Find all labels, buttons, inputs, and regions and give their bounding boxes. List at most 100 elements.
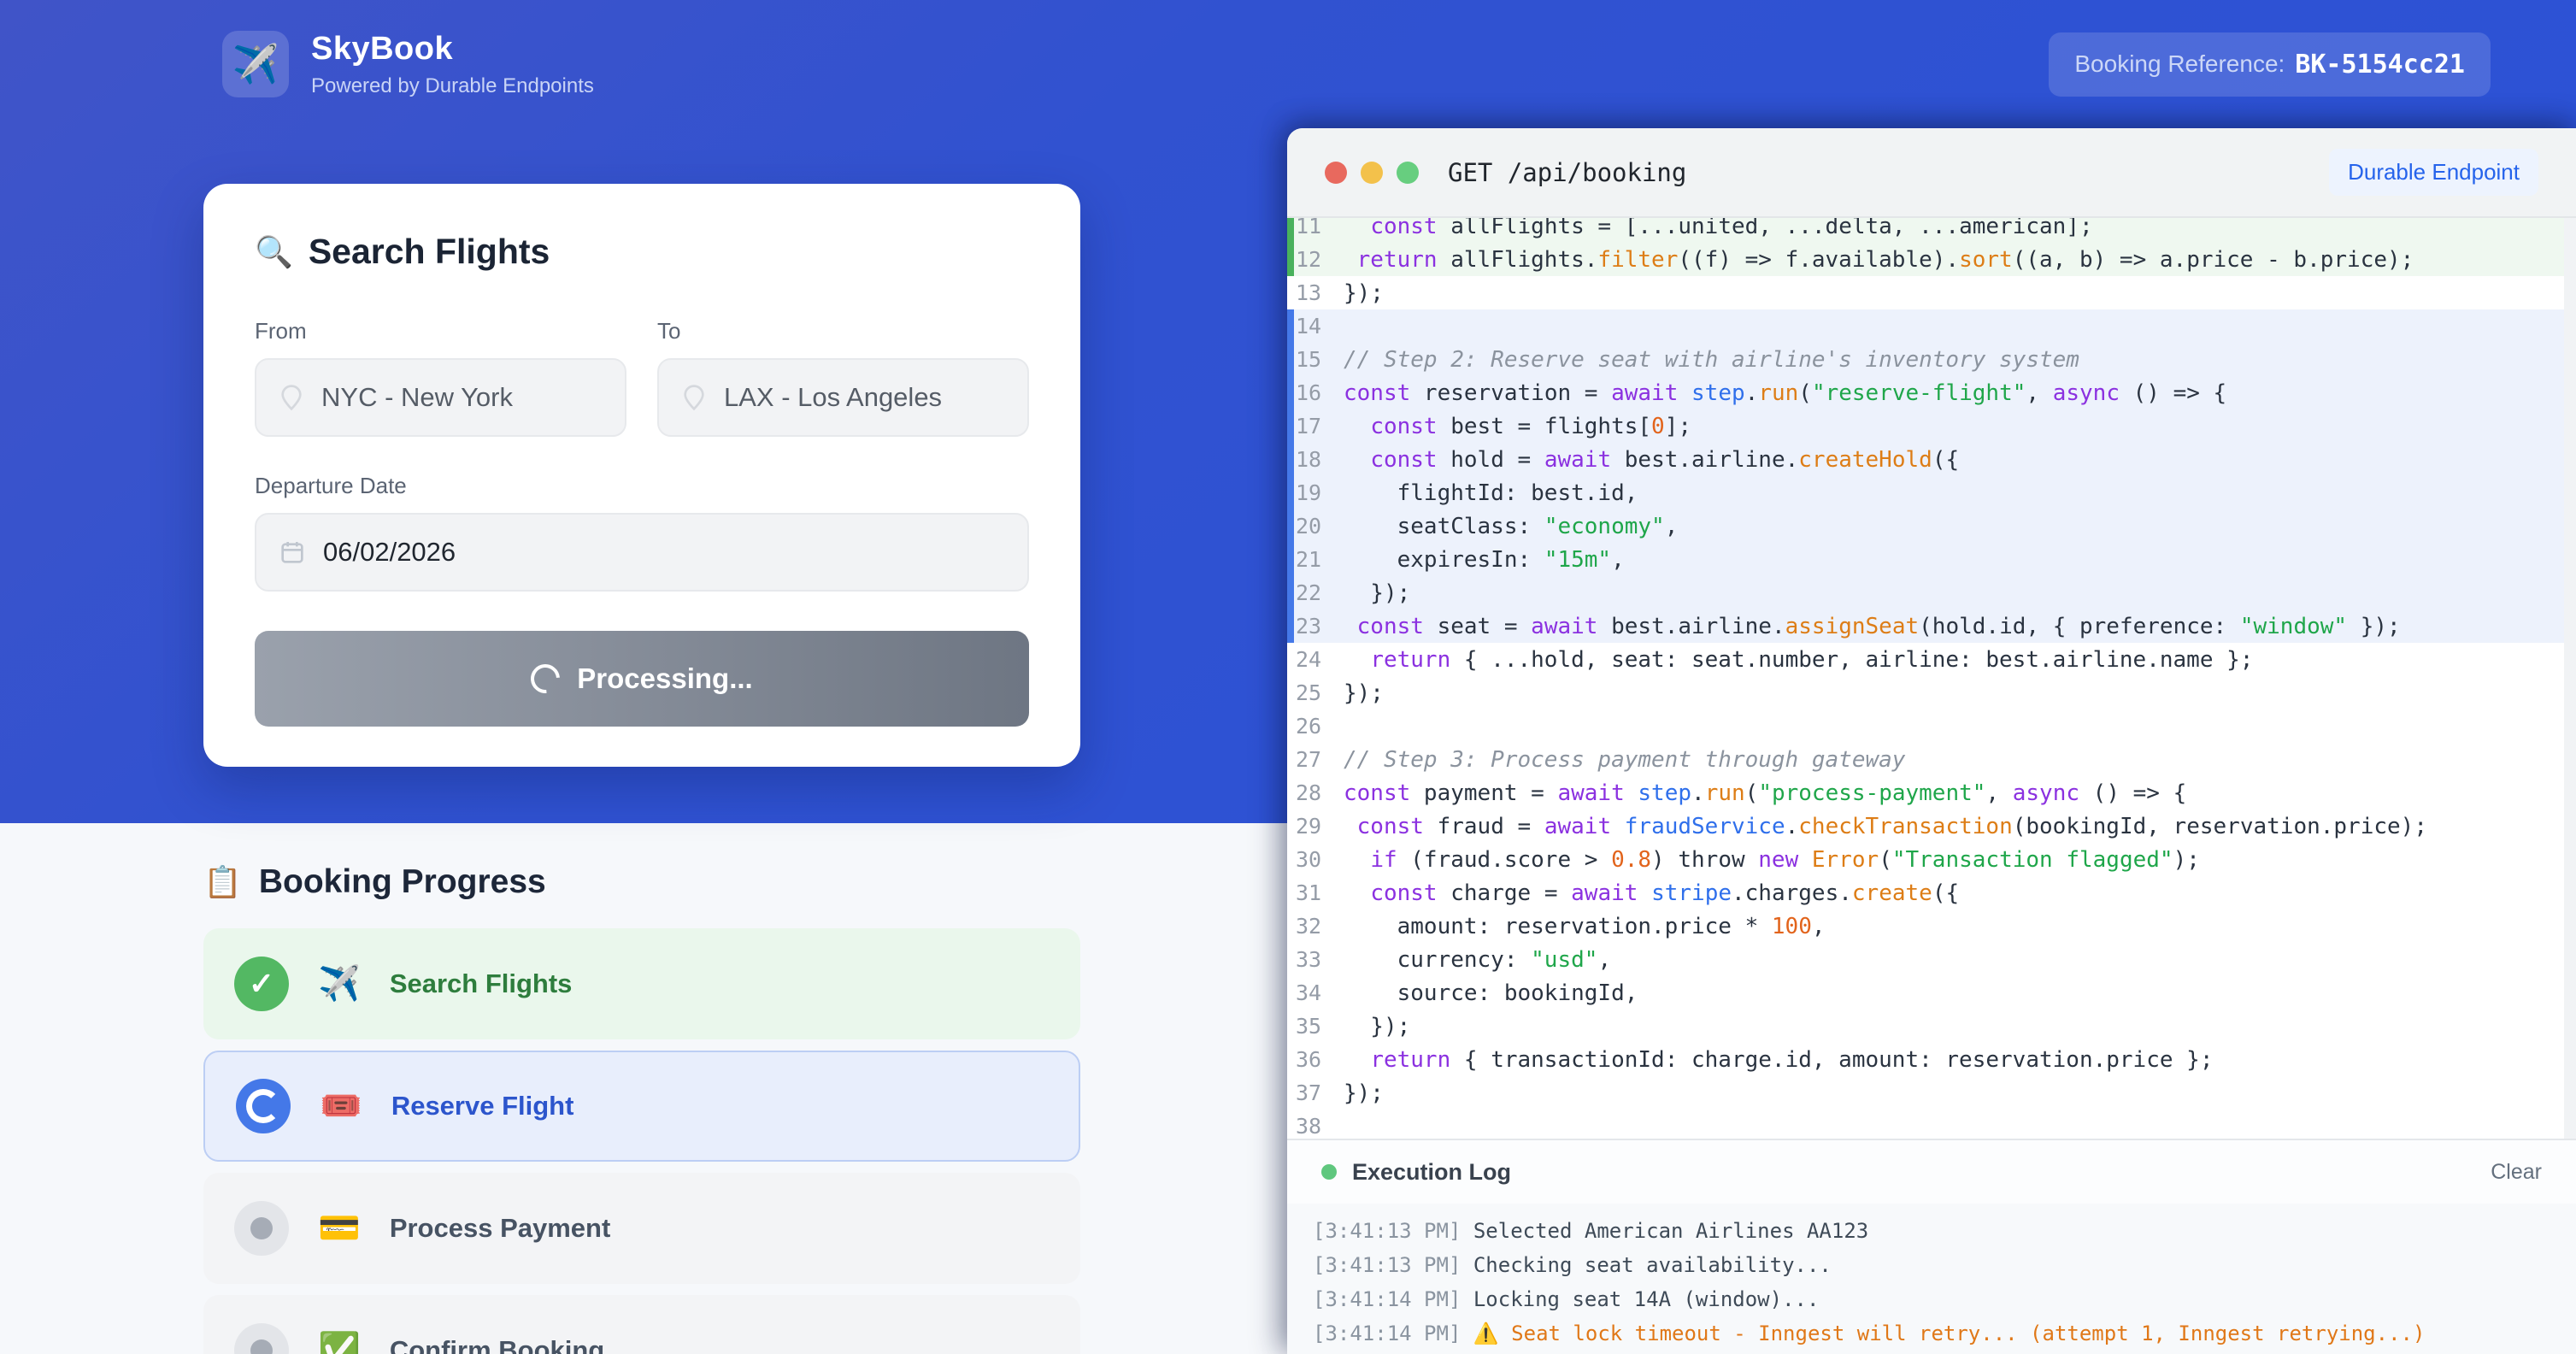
code-text: const seat = await best.airline.assignSe… <box>1344 614 2401 639</box>
code-text: }); <box>1344 280 1384 306</box>
durable-endpoint-badge: Durable Endpoint <box>2329 149 2538 196</box>
code-text: amount: reservation.price * 100, <box>1344 914 1826 939</box>
code-line: 17 const best = flights[0]; <box>1287 409 2564 443</box>
line-number: 26 <box>1296 714 1344 739</box>
line-number: 17 <box>1296 414 1344 439</box>
code-text: return allFlights.filter((f) => f.availa… <box>1344 247 2414 273</box>
spinner-arc-icon <box>246 1089 280 1123</box>
code-line: 20 seatClass: "economy", <box>1287 509 2564 543</box>
code-line: 19 flightId: best.id, <box>1287 476 2564 509</box>
line-number: 38 <box>1296 1114 1344 1139</box>
code-text: }); <box>1344 580 1410 606</box>
code-text: if (fraud.score > 0.8) throw new Error("… <box>1344 847 2200 873</box>
booking-progress-list: ✓✈️Search Flights🎟️Reserve Flight💳Proces… <box>203 928 1080 1354</box>
calendar-icon <box>279 539 306 566</box>
code-text: const reservation = await step.run("rese… <box>1344 380 2226 406</box>
code-panel-window: GET /api/booking Durable Endpoint 11 con… <box>1287 128 2576 1354</box>
code-line: 36 return { transactionId: charge.id, am… <box>1287 1043 2564 1076</box>
code-line: 16const reservation = await step.run("re… <box>1287 376 2564 409</box>
code-line: 25}); <box>1287 676 2564 709</box>
log-timestamp: [3:41:13 PM] <box>1313 1219 1473 1243</box>
code-line: 12 return allFlights.filter((f) => f.ava… <box>1287 243 2564 276</box>
code-text: const hold = await best.airline.createHo… <box>1344 447 1959 473</box>
step-emoji-icon: 🎟️ <box>320 1089 362 1123</box>
line-number: 12 <box>1296 247 1344 272</box>
log-message: ⚠️ Seat lock timeout - Inngest will retr… <box>1473 1322 2426 1345</box>
line-number: 22 <box>1296 580 1344 605</box>
log-entry: [3:41:13 PM] Checking seat availability.… <box>1313 1248 2550 1282</box>
step-label: Process Payment <box>390 1213 610 1244</box>
code-text: source: bookingId, <box>1344 980 1638 1006</box>
line-number: 32 <box>1296 914 1344 939</box>
window-minimize-icon[interactable] <box>1361 162 1383 184</box>
step-label: Search Flights <box>390 968 573 999</box>
window-maximize-icon[interactable] <box>1397 162 1419 184</box>
line-number: 27 <box>1296 747 1344 772</box>
booking-reference-value: BK-5154cc21 <box>2295 50 2465 79</box>
progress-step-search-flights[interactable]: ✓✈️Search Flights <box>203 928 1080 1039</box>
step-emoji-icon: ✅ <box>318 1333 361 1354</box>
code-line: 31 const charge = await stripe.charges.c… <box>1287 876 2564 910</box>
spinner-icon <box>525 658 566 699</box>
code-text: const allFlights = [...united, ...delta,… <box>1344 218 2093 239</box>
progress-step-process-payment[interactable]: 💳 Process Payment <box>203 1173 1080 1284</box>
from-input[interactable]: NYC - New York <box>255 358 626 437</box>
from-label: From <box>255 318 626 344</box>
code-text: }); <box>1344 680 1384 706</box>
code-text: return { transactionId: charge.id, amoun… <box>1344 1047 2213 1073</box>
progress-step-reserve-flight[interactable]: 🎟️Reserve Flight <box>203 1051 1080 1162</box>
line-number: 31 <box>1296 880 1344 905</box>
to-input[interactable]: LAX - Los Angeles <box>657 358 1029 437</box>
code-line: 33 currency: "usd", <box>1287 943 2564 976</box>
code-line: 23 const seat = await best.airline.assig… <box>1287 609 2564 643</box>
code-editor[interactable]: 11 const allFlights = [...united, ...del… <box>1287 218 2576 1139</box>
code-line: 22 }); <box>1287 576 2564 609</box>
line-number: 15 <box>1296 347 1344 372</box>
search-flights-title: 🔍 Search Flights <box>255 232 1029 272</box>
step-label: Confirm Booking <box>390 1335 604 1354</box>
code-text: // Step 3: Process payment through gatew… <box>1344 747 1905 773</box>
code-text: }); <box>1344 1080 1384 1106</box>
to-value: LAX - Los Angeles <box>724 382 942 413</box>
booking-progress-section: 📋 Booking Progress ✓✈️Search Flights🎟️Re… <box>203 863 1080 1354</box>
log-timestamp: [3:41:14 PM] <box>1313 1287 1473 1311</box>
line-number: 24 <box>1296 647 1344 672</box>
code-text: const charge = await stripe.charges.crea… <box>1344 880 1959 906</box>
step-emoji-icon: ✈️ <box>318 967 361 1001</box>
app-header: ✈️ SkyBook Powered by Durable Endpoints … <box>0 0 2576 128</box>
line-number: 28 <box>1296 780 1344 805</box>
app-tagline: Powered by Durable Endpoints <box>311 74 594 98</box>
line-number: 30 <box>1296 847 1344 872</box>
log-timestamp: [3:41:14 PM] <box>1313 1322 1473 1345</box>
code-text: // Step 2: Reserve seat with airline's i… <box>1344 347 2079 373</box>
clear-log-button[interactable]: Clear <box>2491 1160 2542 1185</box>
code-lines: 11 const allFlights = [...united, ...del… <box>1287 218 2564 1139</box>
line-number: 37 <box>1296 1080 1344 1105</box>
progress-step-confirm-booking[interactable]: ✅ Confirm Booking <box>203 1295 1080 1354</box>
code-line: 38 <box>1287 1110 2564 1139</box>
map-pin-icon <box>279 383 304 412</box>
line-number: 13 <box>1296 280 1344 305</box>
line-number: 23 <box>1296 614 1344 639</box>
code-text: expiresIn: "15m", <box>1344 547 1625 573</box>
booking-reference-badge: Booking Reference: BK-5154cc21 <box>2049 32 2491 97</box>
log-timestamp: [3:41:13 PM] <box>1313 1253 1473 1277</box>
booking-progress-title: 📋 Booking Progress <box>203 863 1080 901</box>
code-line: 26 <box>1287 709 2564 743</box>
line-number: 19 <box>1296 480 1344 505</box>
code-line: 21 expiresIn: "15m", <box>1287 543 2564 576</box>
scrollbar-track[interactable] <box>2564 218 2576 1139</box>
step-emoji-icon: 💳 <box>318 1211 361 1245</box>
status-dot-icon <box>1321 1164 1337 1180</box>
dot-icon <box>250 1339 273 1354</box>
log-message: Locking seat 14A (window)... <box>1473 1287 1820 1311</box>
line-number: 21 <box>1296 547 1344 572</box>
search-submit-button[interactable]: Processing... <box>255 631 1029 727</box>
code-line: 37}); <box>1287 1076 2564 1110</box>
departure-date-input[interactable]: 06/02/2026 <box>255 513 1029 592</box>
endpoint-title: GET /api/booking <box>1448 158 1686 187</box>
log-entry: [3:41:13 PM] Selected American Airlines … <box>1313 1214 2550 1248</box>
window-close-icon[interactable] <box>1325 162 1347 184</box>
code-line: 35 }); <box>1287 1010 2564 1043</box>
line-number: 35 <box>1296 1014 1344 1039</box>
